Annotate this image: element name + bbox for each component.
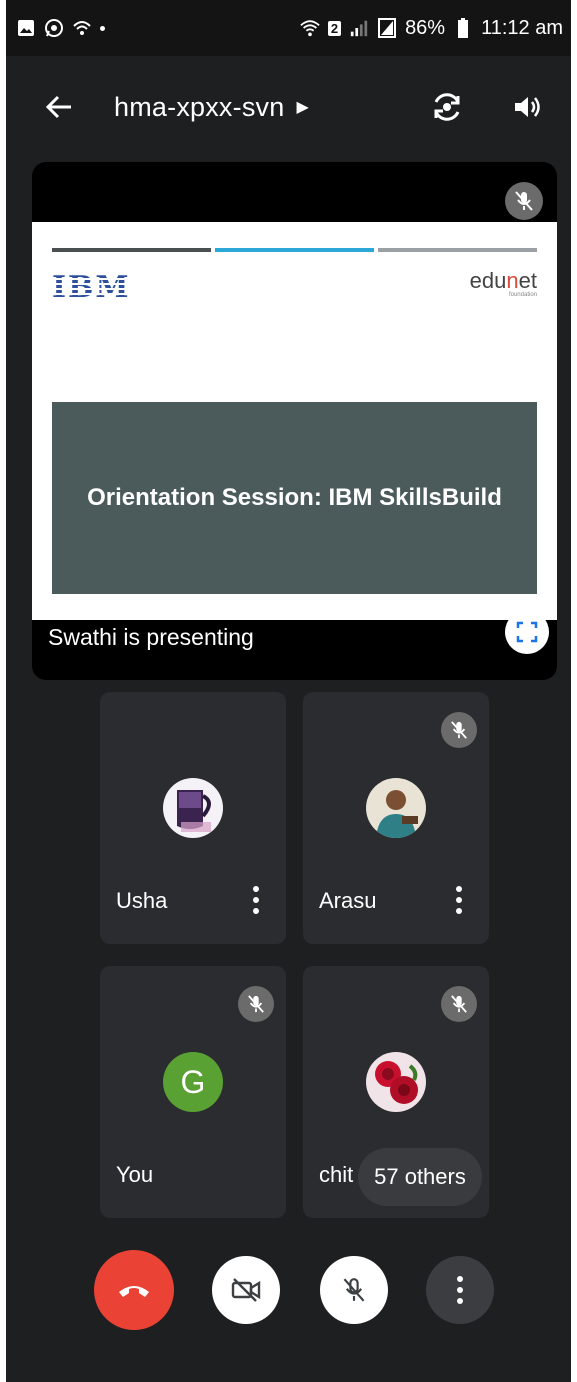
mic-off-icon: [441, 712, 477, 748]
slide-bar-blue: [215, 248, 374, 252]
mic-off-icon: [343, 1278, 365, 1302]
more-options-icon[interactable]: [449, 882, 469, 918]
meeting-header: hma-xpxx-svn ▶: [6, 72, 571, 142]
caret-right-icon[interactable]: ▶: [296, 97, 308, 117]
participant-name: Usha: [116, 888, 168, 913]
whatsapp-icon: [44, 18, 64, 38]
slide-color-bars: [52, 248, 537, 252]
edunet-logo: edunet foundation: [469, 268, 537, 298]
fullscreen-icon: [516, 621, 538, 643]
avatar: [163, 778, 223, 838]
screen-icon: [377, 18, 397, 38]
back-arrow-icon[interactable]: [42, 90, 76, 124]
camera-toggle-button[interactable]: [212, 1256, 280, 1324]
participant-name: You: [116, 1162, 154, 1187]
meeting-code[interactable]: hma-xpxx-svn: [114, 92, 284, 123]
participant-tile-you[interactable]: G You: [100, 966, 286, 1218]
notification-dot-icon: [100, 25, 105, 31]
camera-off-icon: [231, 1278, 261, 1302]
others-count-chip[interactable]: 57 others: [358, 1148, 482, 1206]
avatar: [366, 1052, 426, 1112]
signal-icon: [349, 18, 369, 38]
shared-slide: IBM edunet foundation Orientation Sessio…: [32, 222, 557, 620]
mic-off-icon: [238, 986, 274, 1022]
meet-screen: 2 86% 11:12 am hma-xpxx-svn ▶ IBM edunet…: [6, 0, 571, 1382]
participant-tile-usha[interactable]: Usha: [100, 692, 286, 944]
more-options-button[interactable]: [426, 1256, 494, 1324]
battery-percent: 86%: [405, 16, 446, 39]
slide-bar-dark: [52, 248, 211, 252]
switch-camera-icon[interactable]: [429, 89, 465, 125]
clock: 11:12 am: [481, 16, 563, 39]
avatar-initial: G: [163, 1052, 223, 1112]
slide-bar-gray: [378, 248, 537, 252]
more-options-icon[interactable]: [246, 882, 266, 918]
speaker-icon[interactable]: [509, 89, 545, 125]
presentation-tile[interactable]: IBM edunet foundation Orientation Sessio…: [32, 162, 557, 680]
battery-icon: [453, 18, 473, 38]
sim-badge: 2: [327, 20, 342, 36]
avatar: [366, 778, 426, 838]
status-bar: 2 86% 11:12 am: [6, 0, 571, 56]
gallery-icon: [16, 18, 36, 38]
mic-off-icon: [505, 182, 543, 220]
participant-name: chit: [319, 1162, 354, 1187]
presenting-label: Swathi is presenting: [48, 624, 254, 650]
more-vert-icon: [457, 1276, 463, 1304]
ibm-logo: IBM: [52, 270, 131, 305]
mic-off-icon: [441, 986, 477, 1022]
mic-toggle-button[interactable]: [320, 1256, 388, 1324]
slide-title: Orientation Session: IBM SkillsBuild: [52, 402, 537, 594]
wifi-call-icon: [72, 18, 92, 38]
fullscreen-button[interactable]: [505, 610, 549, 654]
phone-hangup-icon: [119, 1286, 149, 1297]
hang-up-button[interactable]: [94, 1250, 174, 1330]
participant-tile-arasu[interactable]: Arasu: [303, 692, 489, 944]
wifi-icon: [300, 18, 320, 38]
participant-name: Arasu: [319, 888, 377, 913]
